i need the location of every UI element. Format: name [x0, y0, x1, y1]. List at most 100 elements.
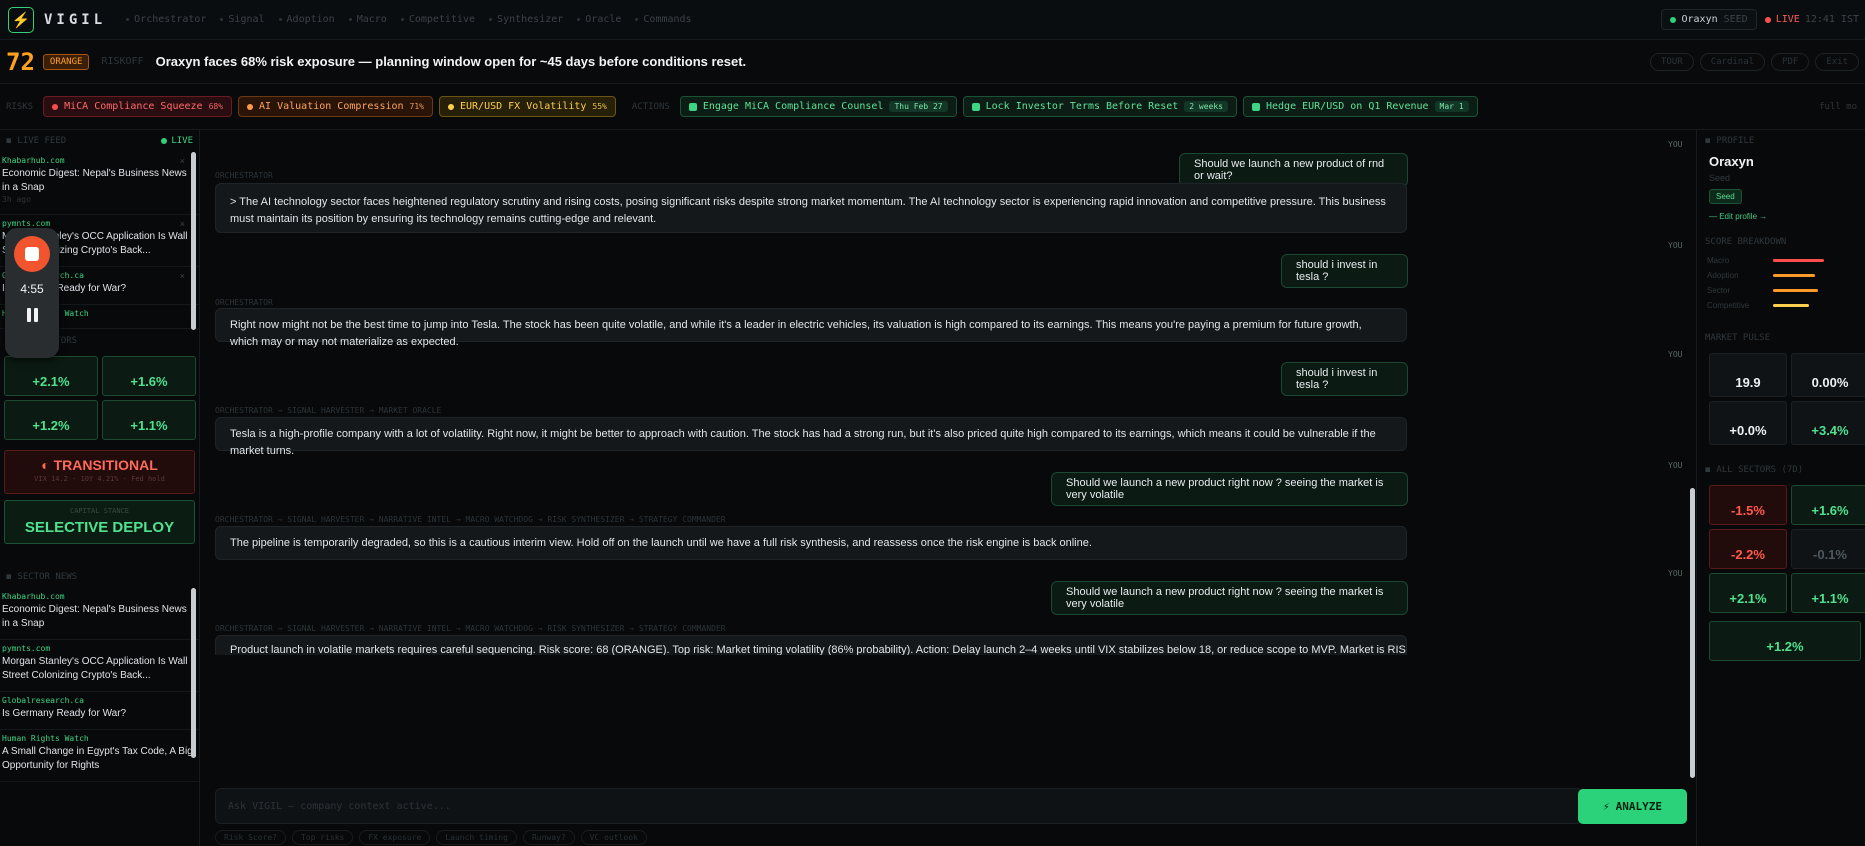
- action-chip[interactable]: Engage MiCA Compliance Counsel Thu Feb 2…: [679, 96, 957, 117]
- quick-prompt-chip[interactable]: Risk Score?: [215, 830, 286, 845]
- breakdown-row: Macro: [1697, 253, 1865, 268]
- quick-prompts: Risk Score? Top risks FX exposure Launch…: [215, 830, 647, 845]
- risk-dot-icon: [247, 103, 254, 110]
- live-indicator: LIVE 12:41 IST: [1764, 14, 1859, 25]
- record-timer: 4:55: [20, 282, 44, 296]
- headline: Oraxyn faces 68% risk exposure — plannin…: [155, 54, 747, 69]
- nav-item-commands[interactable]: Commands: [635, 14, 692, 25]
- nav-item-signal[interactable]: Signal: [220, 14, 265, 25]
- news-item[interactable]: Khabarhub.com Economic Digest: Nepal's B…: [0, 152, 199, 215]
- market-metric-card: 19.9: [1709, 353, 1787, 397]
- user-message: should i invest in tesla ?: [1281, 362, 1408, 396]
- sector-card[interactable]: +1.1%: [102, 400, 196, 440]
- risk-chip[interactable]: AI Valuation Compression 71%: [238, 96, 433, 117]
- sector-card[interactable]: +1.2%: [1709, 621, 1861, 661]
- nav-item-adoption[interactable]: Adoption: [278, 14, 335, 25]
- company-chip[interactable]: Oraxyn SEED: [1660, 9, 1757, 30]
- sector-news-header: ◼ SECTOR NEWS: [6, 572, 78, 582]
- feed-scrollbar[interactable]: [191, 152, 196, 330]
- risk-chip[interactable]: EUR/USD FX Volatility 55%: [438, 96, 616, 117]
- sector-card[interactable]: +1.6%: [102, 356, 196, 396]
- score-bar-actions: TOUR Cardinal PDF Exit: [1650, 52, 1865, 71]
- news-item[interactable]: pymnts.com Morgan Stanley's OCC Applicat…: [0, 640, 199, 692]
- action-chip[interactable]: Hedge EUR/USD on Q1 Revenue Mar 1: [1242, 96, 1478, 117]
- all-sectors-header: ◼ ALL SECTORS (7D): [1705, 465, 1804, 475]
- close-icon[interactable]: ×: [180, 219, 185, 229]
- nav-item-orchestrator[interactable]: Orchestrator: [126, 14, 206, 25]
- close-icon[interactable]: ×: [180, 156, 185, 166]
- sector-news-list: Khabarhub.com Economic Digest: Nepal's B…: [0, 588, 199, 788]
- news-item[interactable]: Khabarhub.com Economic Digest: Nepal's B…: [0, 588, 199, 640]
- grid-icon: ◼: [1705, 465, 1711, 475]
- cardinal-button[interactable]: Cardinal: [1699, 52, 1766, 71]
- agent-trace-label: ORCHESTRATOR → SIGNAL HARVESTER → NARRAT…: [215, 624, 726, 633]
- close-icon[interactable]: ×: [180, 271, 185, 281]
- tour-button[interactable]: TOUR: [1650, 52, 1694, 71]
- chat-panel: YOU Should we launch a new product of rn…: [201, 130, 1695, 846]
- score-bar: 72 ORANGE RISKOFF Oraxyn faces 68% risk …: [0, 40, 1865, 84]
- sector-card[interactable]: +2.1%: [4, 356, 98, 396]
- nav-item-oracle[interactable]: Oracle: [577, 14, 621, 25]
- quick-prompt-chip[interactable]: Top risks: [291, 830, 354, 845]
- you-label: YOU: [1668, 241, 1683, 250]
- actions-label: ACTIONS: [631, 101, 670, 112]
- stop-record-button[interactable]: [14, 236, 50, 272]
- profile-header: ◼ PROFILE: [1705, 136, 1755, 146]
- sector-card[interactable]: -2.2%: [1709, 529, 1787, 569]
- breakdown-bar: [1773, 274, 1815, 277]
- sector-card[interactable]: +1.1%: [1791, 573, 1865, 613]
- quick-prompt-chip[interactable]: Launch timing: [436, 830, 517, 845]
- sector-card[interactable]: +1.6%: [1791, 485, 1865, 525]
- quick-prompt-chip[interactable]: VC outlook: [580, 830, 647, 845]
- risks-label: RISKS: [6, 101, 34, 112]
- assistant-message: Tesla is a high-profile company with a l…: [215, 417, 1407, 457]
- nav-item-macro[interactable]: Macro: [348, 14, 387, 25]
- sector-card[interactable]: +1.2%: [4, 400, 98, 440]
- user-message: should i invest in tesla ?: [1281, 254, 1408, 288]
- live-dot-icon: [1764, 16, 1771, 23]
- action-chip[interactable]: Lock Investor Terms Before Reset 2 weeks: [962, 96, 1237, 117]
- quick-prompt-chip[interactable]: FX exposure: [359, 830, 431, 845]
- edit-profile-link[interactable]: — Edit profile →: [1697, 208, 1865, 225]
- nav-item-competitive[interactable]: Competitive: [400, 14, 475, 25]
- nav-item-synthesizer[interactable]: Synthesizer: [489, 14, 563, 25]
- breakdown-bar: [1773, 259, 1824, 262]
- sector-card[interactable]: -0.1%: [1791, 529, 1865, 569]
- agent-trace-label: ORCHESTRATOR → SIGNAL HARVESTER → MARKET…: [215, 406, 442, 415]
- live-feed-header: ◼ LIVE FEED LIVE: [6, 136, 193, 146]
- risk-score: 72: [6, 47, 35, 76]
- pause-icon[interactable]: [26, 308, 38, 322]
- bolt-icon[interactable]: ⚡: [8, 6, 34, 33]
- sector-card[interactable]: -1.5%: [1709, 485, 1787, 525]
- breakdown-row: Adoption: [1697, 268, 1865, 283]
- assistant-message: > The AI technology sector faces heighte…: [215, 183, 1407, 233]
- risk-chip[interactable]: MiCA Compliance Squeeze 68%: [43, 96, 233, 117]
- breakdown-row: Competitive: [1697, 298, 1865, 313]
- user-message: Should we launch a new product right now…: [1051, 581, 1408, 615]
- analyze-button[interactable]: ⚡ ANALYZE: [1578, 789, 1687, 824]
- company-stage: Seed: [1709, 173, 1731, 183]
- breakdown-row: Sector: [1697, 283, 1865, 298]
- capital-stance-card: CAPITAL STANCE SELECTIVE DEPLOY: [4, 500, 195, 544]
- risk-dot-icon: [447, 103, 454, 110]
- sector-card[interactable]: +2.1%: [1709, 573, 1787, 613]
- top-sectors-grid: +2.1% +1.6% +1.2% +1.1%: [0, 352, 199, 444]
- main-nav: Orchestrator Signal Adoption Macro Compe…: [126, 14, 692, 25]
- agent-trace-label: ORCHESTRATOR: [215, 298, 273, 307]
- all-sectors-grid: -1.5% +1.6% -2.2% -0.1% +2.1% +1.1%: [1697, 481, 1865, 617]
- news-item[interactable]: Human Rights Watch A Small Change in Egy…: [0, 730, 199, 782]
- app-brand: VIGIL: [44, 11, 107, 28]
- exit-button[interactable]: Exit: [1815, 52, 1859, 71]
- pdf-button[interactable]: PDF: [1771, 52, 1810, 71]
- feed-icon: ◼: [6, 136, 12, 146]
- chat-input[interactable]: Ask VIGIL — company context active...: [215, 788, 1583, 824]
- news-item[interactable]: Globalresearch.ca Is Germany Ready for W…: [0, 692, 199, 730]
- assistant-message: Right now might not be the best time to …: [215, 308, 1407, 348]
- agent-trace-label: ORCHESTRATOR → SIGNAL HARVESTER → NARRAT…: [215, 515, 726, 524]
- market-regime-card: ◐ TRANSITIONAL VIX 14.2 · 10Y 4.21% · Fe…: [4, 450, 195, 494]
- sector-news-scrollbar[interactable]: [191, 588, 196, 758]
- breakdown-bar: [1773, 304, 1809, 307]
- chat-scrollbar[interactable]: [1690, 488, 1695, 778]
- full-mode-link[interactable]: full mo: [1819, 102, 1861, 112]
- quick-prompt-chip[interactable]: Runway?: [522, 830, 575, 845]
